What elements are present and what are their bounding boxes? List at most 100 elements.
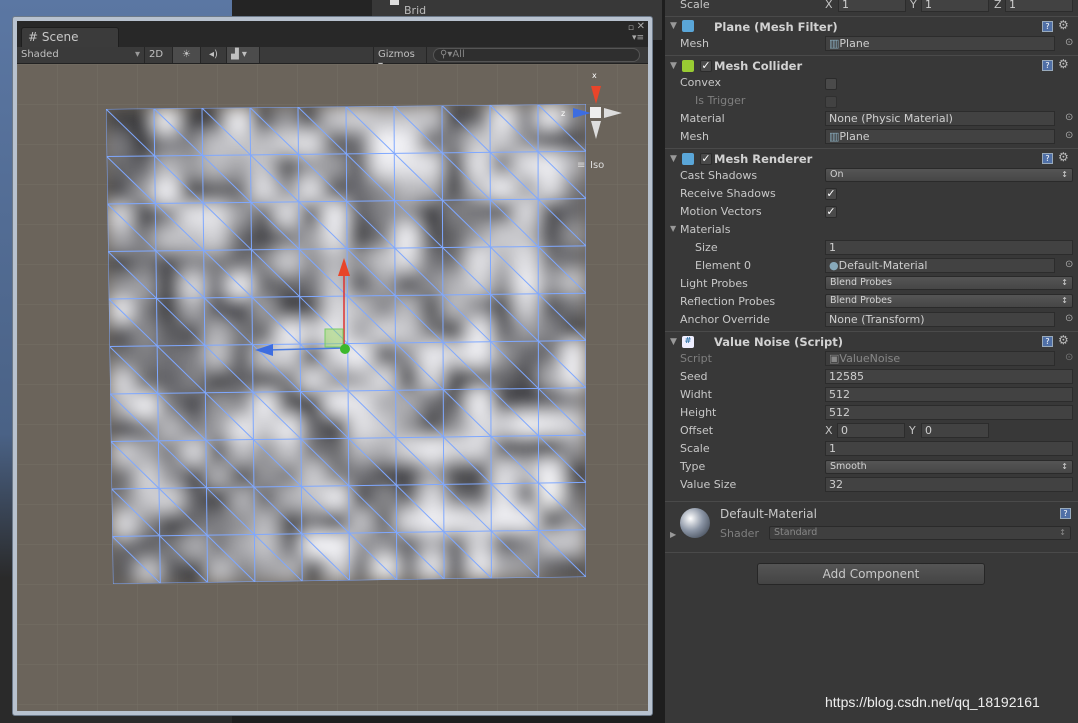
noise-cell: [182, 440, 207, 465]
noise-plane[interactable]: [106, 104, 586, 584]
gear-icon[interactable]: ⚙: [1058, 57, 1069, 71]
noise-cell: [418, 247, 443, 272]
help-icon[interactable]: ?: [1042, 336, 1053, 347]
object-picker-icon[interactable]: ⊙: [1065, 112, 1073, 123]
menu-icon[interactable]: ▾≡: [632, 33, 644, 43]
physic-material-field[interactable]: None (Physic Material): [825, 111, 1055, 126]
height-field[interactable]: 512: [825, 405, 1073, 420]
width-field[interactable]: 512: [825, 387, 1073, 402]
foldout-mesh-filter[interactable]: ▼: [670, 21, 677, 31]
mesh-collider-enabled-checkbox[interactable]: ✓: [700, 60, 712, 72]
object-picker-icon[interactable]: ⊙: [1065, 130, 1073, 141]
scene-viewport[interactable]: x z ≡ Iso: [17, 64, 648, 711]
scale-y-field[interactable]: 1: [921, 0, 989, 12]
mesh-value: Plane: [839, 37, 870, 50]
noise-cell: [443, 365, 468, 390]
foldout-value-noise[interactable]: ▼: [670, 337, 677, 347]
noise-cell: [395, 413, 420, 438]
noise-cell: [180, 345, 206, 370]
maximize-icon[interactable]: ▫: [628, 23, 634, 33]
gizmos-dropdown[interactable]: Gizmos ▾: [373, 47, 427, 71]
noise-cell: [538, 553, 563, 578]
noise-cell: [111, 512, 136, 537]
noise-cell: [277, 438, 302, 463]
help-icon[interactable]: ?: [1042, 21, 1053, 32]
anchor-override-field[interactable]: None (Transform): [825, 312, 1055, 327]
reflection-probes-dropdown[interactable]: Blend Probes: [825, 294, 1073, 308]
mesh-renderer-enabled-checkbox[interactable]: ✓: [700, 153, 712, 165]
help-icon[interactable]: ?: [1042, 60, 1053, 71]
help-icon[interactable]: ?: [1042, 153, 1053, 164]
collider-mesh-field[interactable]: ▥Plane: [825, 129, 1055, 144]
convex-label: Convex: [680, 76, 721, 89]
mesh-collider-title: Mesh Collider: [714, 59, 803, 73]
iso-label[interactable]: Iso: [590, 160, 604, 171]
plane-handle[interactable]: [324, 328, 344, 348]
mesh-field[interactable]: ▥Plane: [825, 36, 1055, 51]
foldout-materials[interactable]: ▼: [670, 224, 676, 233]
search-input[interactable]: ⚲▾All: [433, 48, 640, 62]
offset-x-field[interactable]: 0: [837, 423, 905, 438]
noise-cell: [396, 461, 420, 486]
grid-icon: #: [28, 30, 39, 44]
type-label: Type: [680, 460, 706, 473]
lighting-toggle-sun-icon[interactable]: ☀: [173, 47, 201, 63]
noise-cell: [203, 226, 228, 251]
noise-cell: [131, 250, 157, 275]
gear-icon[interactable]: ⚙: [1058, 18, 1069, 32]
gizmo-center-cube[interactable]: [590, 107, 601, 118]
noise-cell: [466, 152, 491, 177]
receive-shadows-label: Receive Shadows: [680, 187, 776, 200]
search-icon: ⚲▾: [440, 49, 453, 60]
foldout-mesh-renderer[interactable]: ▼: [670, 154, 677, 164]
object-picker-icon[interactable]: ⊙: [1065, 313, 1073, 324]
noise-cell: [538, 364, 563, 389]
cast-shadows-dropdown[interactable]: On: [825, 168, 1073, 182]
foldout-material[interactable]: ▶: [670, 530, 676, 539]
convex-checkbox[interactable]: [825, 78, 837, 90]
offset-y-field[interactable]: 0: [921, 423, 989, 438]
noise-cell: [275, 249, 300, 274]
element0-field[interactable]: ●Default-Material: [825, 258, 1055, 273]
type-dropdown[interactable]: Smooth: [825, 460, 1073, 474]
motion-vectors-checkbox[interactable]: ✓: [825, 206, 837, 218]
noise-cell: [467, 389, 491, 414]
shader-dropdown[interactable]: Standard: [769, 526, 1071, 540]
scene-canvas[interactable]: x z ≡ Iso: [17, 64, 648, 711]
material-label: Material: [680, 112, 725, 125]
noise-scale-field[interactable]: 1: [825, 441, 1073, 456]
noise-cell: [396, 508, 421, 533]
scale-x-field[interactable]: 1: [838, 0, 906, 12]
noise-cell: [562, 198, 586, 223]
toggle-2d-button[interactable]: 2D: [145, 47, 173, 63]
value-size-field[interactable]: 32: [825, 477, 1073, 492]
noise-cell: [349, 556, 374, 581]
object-picker-icon[interactable]: ⊙: [1065, 37, 1073, 48]
center-handle[interactable]: [340, 344, 350, 354]
add-component-button[interactable]: Add Component: [757, 563, 985, 585]
is-trigger-checkbox[interactable]: [825, 96, 837, 108]
size-field[interactable]: 1: [825, 240, 1073, 255]
scale-z-axis: Z: [994, 0, 1002, 11]
close-icon[interactable]: ✕: [637, 21, 645, 32]
tab-scene[interactable]: # Scene: [21, 27, 119, 47]
shading-mode-dropdown[interactable]: Shaded ▾: [17, 47, 145, 63]
offset-y-axis: Y: [909, 424, 916, 437]
noise-cell: [254, 557, 279, 582]
foldout-mesh-collider[interactable]: ▼: [670, 61, 677, 71]
noise-cell: [442, 176, 467, 201]
seed-field[interactable]: 12585: [825, 369, 1073, 384]
noise-cell: [156, 274, 181, 299]
gear-icon[interactable]: ⚙: [1058, 333, 1069, 347]
receive-shadows-checkbox[interactable]: ✓: [825, 188, 837, 200]
noise-cell: [132, 298, 157, 323]
effects-toggle-image-icon[interactable]: ▟ ▾: [227, 47, 260, 63]
light-probes-dropdown[interactable]: Blend Probes: [825, 276, 1073, 290]
noise-cell: [106, 132, 131, 157]
gear-icon[interactable]: ⚙: [1058, 150, 1069, 164]
help-icon[interactable]: ?: [1060, 508, 1071, 519]
scale-z-field[interactable]: 1: [1005, 0, 1073, 12]
object-picker-icon[interactable]: ⊙: [1065, 259, 1073, 270]
audio-toggle-speaker-icon[interactable]: ◂): [201, 47, 227, 63]
material-preview-sphere: [680, 508, 710, 538]
